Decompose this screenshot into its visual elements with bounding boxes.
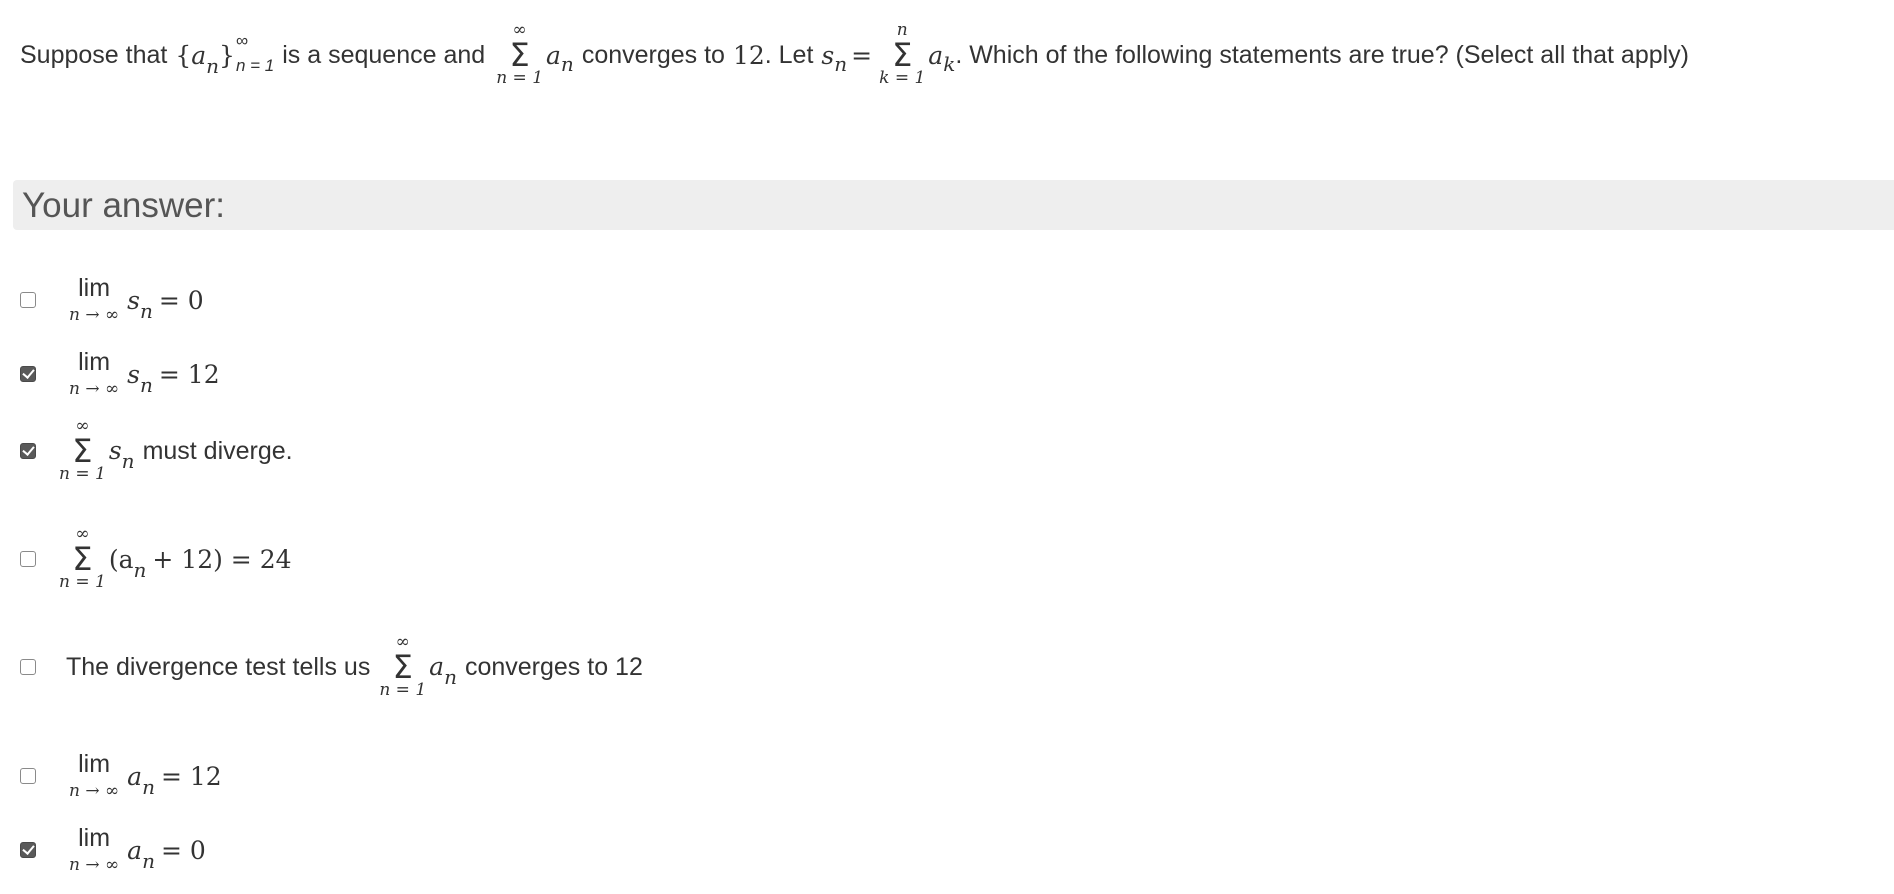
question-text: Suppose that {an} ∞ n = 1 is a sequence … [20, 20, 1690, 88]
answer-option-2[interactable]: lim n → ∞ sn = 12 [20, 350, 220, 398]
answer-option-5[interactable]: The divergence test tells us ∞ Σ n = 1 a… [20, 634, 643, 700]
limit-notation: lim n → ∞ [69, 750, 120, 801]
limit-notation: lim n → ∞ [69, 824, 120, 875]
partial-sum: n Σ k = 1 [879, 20, 926, 88]
limit-notation: lim n → ∞ [69, 274, 120, 325]
answer-option-4[interactable]: ∞ Σ n = 1 (a n + 12) = 24 [20, 526, 292, 592]
question-middle: is a sequence and [282, 40, 486, 69]
sigma-icon: Σ [892, 36, 913, 74]
option-checkbox-checked[interactable] [20, 443, 36, 459]
series-sum-an: ∞ Σ n = 1 [379, 632, 427, 700]
limit-notation: lim n → ∞ [69, 348, 120, 399]
your-answer-header: Your answer: [13, 180, 1894, 230]
sigma-icon: Σ [72, 540, 93, 578]
answer-option-1[interactable]: lim n → ∞ sn = 0 [20, 276, 204, 324]
quiz-page: Suppose that {an} ∞ n = 1 is a sequence … [0, 0, 1894, 894]
series-sum-sn: ∞ Σ n = 1 [59, 416, 106, 484]
option-checkbox[interactable] [20, 292, 36, 308]
option-checkbox[interactable] [20, 551, 36, 567]
sequence-notation: {an} [175, 40, 235, 78]
sigma-icon: Σ [72, 432, 93, 470]
answer-option-6[interactable]: lim n → ∞ an = 12 [20, 752, 222, 800]
sigma-icon: Σ [392, 648, 413, 686]
sequence-bounds: ∞ n = 1 [235, 31, 275, 75]
sigma-icon: Σ [509, 36, 530, 74]
answer-option-3[interactable]: ∞ Σ n = 1 sn must diverge. [20, 418, 293, 484]
option-checkbox-checked[interactable] [20, 366, 36, 382]
question-prefix: Suppose that [20, 40, 168, 69]
answer-option-7[interactable]: lim n → ∞ an = 0 [20, 826, 206, 874]
option-checkbox[interactable] [20, 768, 36, 784]
option-checkbox[interactable] [20, 659, 36, 675]
series-sum-an: ∞ Σ n = 1 [496, 20, 544, 88]
question-suffix: . Which of the following statements are … [955, 40, 1690, 69]
option-checkbox-checked[interactable] [20, 842, 36, 858]
series-sum-an-plus-12: ∞ Σ n = 1 [59, 524, 106, 592]
